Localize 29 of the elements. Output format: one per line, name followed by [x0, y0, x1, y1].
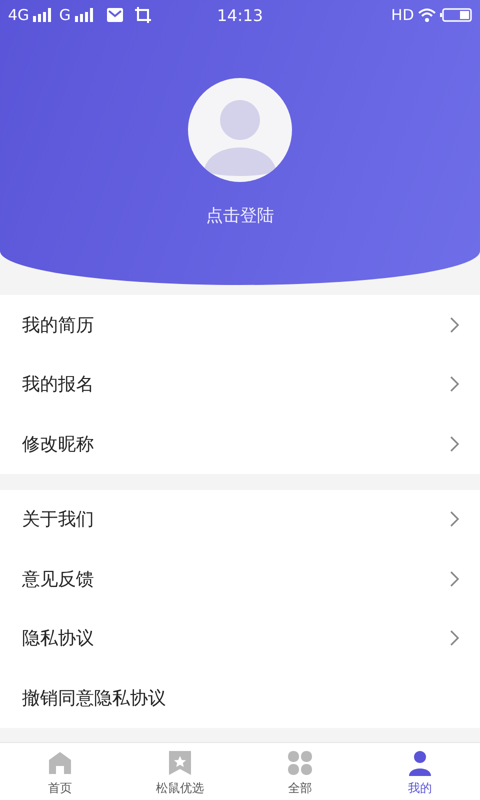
tab-item[interactable]: 全部 [240, 742, 360, 800]
chevron-right-icon [450, 570, 460, 587]
menu-item[interactable]: 关于我们 [0, 490, 480, 549]
home-icon [47, 750, 73, 776]
menu-item[interactable]: 我的报名 [0, 354, 480, 414]
hd-label: HD [391, 6, 414, 24]
tab-item[interactable]: 首页 [0, 742, 120, 800]
network-label: G [59, 6, 71, 24]
chevron-right-icon [450, 630, 460, 646]
menu-item[interactable]: 隐私协议 [0, 608, 480, 668]
grid-icon [287, 750, 313, 776]
login-link[interactable]: 点击登陆 [206, 204, 274, 227]
wifi-icon [418, 8, 436, 22]
chevron-right-icon [450, 376, 460, 392]
chevron-right-icon [450, 436, 460, 452]
chevron-right-icon [450, 316, 460, 333]
chevron-right-icon [450, 511, 460, 528]
tab-item[interactable]: 松鼠优选 [120, 742, 240, 800]
battery-icon [440, 8, 472, 22]
network-label: 4G [8, 6, 30, 24]
tab-item[interactable]: 我的 [360, 742, 480, 800]
clock: 14:13 [216, 6, 264, 24]
mail-icon [106, 8, 123, 22]
menu-item[interactable]: 意见反馈 [0, 549, 480, 608]
menu-item[interactable]: 我的简历 [0, 295, 480, 354]
bookmark-star-icon [167, 750, 193, 776]
menu-item[interactable]: 修改昵称 [0, 414, 480, 474]
person-icon [407, 750, 433, 776]
menu-item[interactable]: 撤销同意隐私协议 [0, 668, 480, 728]
